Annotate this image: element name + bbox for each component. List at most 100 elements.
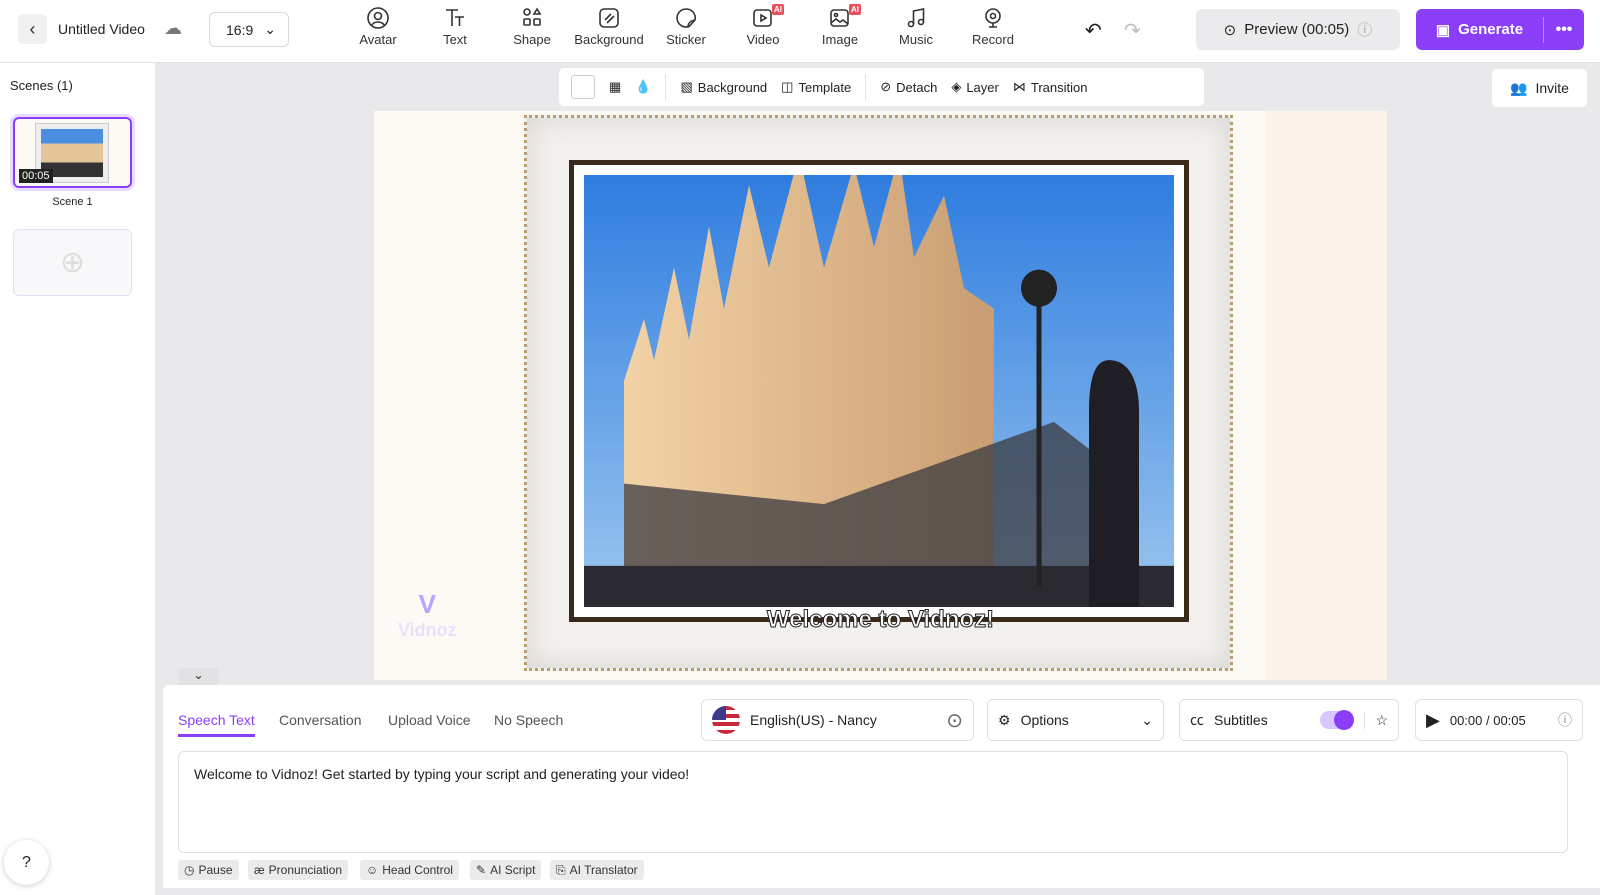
tool-shape[interactable]: Shape <box>497 6 567 47</box>
collapse-panel-button[interactable]: ⌄ <box>178 668 219 686</box>
tool-label: Sticker <box>666 32 706 47</box>
tool-record[interactable]: Record <box>958 6 1028 47</box>
help-button[interactable]: ? <box>4 840 49 885</box>
tool-text[interactable]: Text <box>420 6 490 47</box>
ai-translator-chip[interactable]: ⎘ AI Translator <box>550 860 644 880</box>
tab-upload-voice[interactable]: Upload Voice <box>388 712 471 728</box>
generate-button-group: ▣ Generate ••• <box>1416 9 1584 50</box>
tab-conversation[interactable]: Conversation <box>279 712 362 728</box>
tool-label: Text <box>443 32 467 47</box>
head-control-chip[interactable]: ☺ Head Control <box>360 860 459 880</box>
color-swatch[interactable] <box>571 75 595 99</box>
preview-button[interactable]: ⊙ Preview (00:05) ⓘ <box>1196 9 1400 50</box>
picture-frame[interactable] <box>524 115 1233 671</box>
divider <box>865 74 867 100</box>
transition-button[interactable]: ⋈ Transition <box>1013 79 1088 95</box>
subtitles-control: ㏄ Subtitles ☆ <box>1179 699 1399 741</box>
playback-control: ▶ 00:00 / 00:05 ⓘ <box>1415 699 1583 741</box>
aspect-ratio-value: 16:9 <box>226 21 254 38</box>
tab-speech-text[interactable]: Speech Text <box>178 712 255 737</box>
cathedral-photo <box>584 154 1174 618</box>
fill-drop-icon[interactable]: 💧 <box>635 79 651 95</box>
more-options-button[interactable]: ••• <box>1544 21 1584 39</box>
scene-canvas[interactable]: V Vidnoz Welcome to Vidnoz! <box>374 111 1387 680</box>
ai-script-chip[interactable]: ✎ AI Script <box>470 860 542 880</box>
tool-label: Record <box>972 32 1014 47</box>
pause-chip[interactable]: ◷ Pause <box>178 860 239 880</box>
layer-button[interactable]: ◈ Layer <box>951 79 999 95</box>
voice-select[interactable]: English(US) - Nancy ⊙ <box>701 699 974 741</box>
tab-no-speech[interactable]: No Speech <box>494 712 563 728</box>
tool-label: Background <box>574 32 644 47</box>
tool-image[interactable]: AI Image <box>805 4 875 47</box>
options-select[interactable]: ⚙ Options ⌄ <box>987 699 1164 741</box>
tool-music[interactable]: Music <box>881 6 951 47</box>
tool-label: Music <box>899 32 933 47</box>
scene-thumbnail[interactable]: 00:05 <box>13 117 132 188</box>
detach-button[interactable]: ⊘ Detach <box>880 79 937 95</box>
chip-label: AI Script <box>490 863 536 877</box>
template-button[interactable]: ◫ Template <box>781 79 851 95</box>
subtitles-label: Subtitles <box>1214 712 1268 728</box>
tool-label: Shape <box>513 32 551 47</box>
options-label: Options <box>1020 712 1069 728</box>
cloud-save-icon: ☁ <box>164 18 182 38</box>
ai-badge: AI <box>849 4 861 15</box>
chip-label: Head Control <box>382 863 453 877</box>
invite-label: Invite <box>1535 80 1569 96</box>
context-toolbar: ▦ 💧 ▧ Background ◫ Template ⊘ Detach ◈ Layer… <box>559 68 1204 106</box>
detach-icon: ⊘ <box>880 79 892 94</box>
sliders-icon: ⚙ <box>998 711 1011 728</box>
tool-label: Video <box>746 32 780 47</box>
chevron-down-icon: ⌄ <box>264 21 276 37</box>
background-label: Background <box>697 79 768 95</box>
info-icon[interactable]: ⓘ <box>1357 19 1372 40</box>
template-label: Template <box>798 79 852 95</box>
generate-button[interactable]: ▣ Generate <box>1416 16 1544 43</box>
play-icon[interactable]: ▶ <box>1426 710 1440 731</box>
help-icon: ? <box>22 853 31 871</box>
more-icon[interactable]: ⊙ <box>946 708 963 733</box>
avatar-icon <box>367 7 389 29</box>
subtitles-toggle[interactable] <box>1320 710 1355 730</box>
shape-icon <box>523 7 542 26</box>
clock-icon: ◷ <box>184 863 195 877</box>
cc-icon: ㏄ <box>1190 712 1204 728</box>
translate-icon: ⎘ <box>556 862 566 877</box>
template-icon: ◫ <box>781 79 794 94</box>
face-icon: ☺ <box>366 863 379 877</box>
scene-duration: 00:05 <box>19 169 53 183</box>
magic-wand-icon: ✎ <box>476 863 487 877</box>
record-icon <box>985 8 1001 28</box>
playback-time: 00:00 / 00:05 <box>1449 712 1526 728</box>
top-bar: ‹ Untitled Video ☁ 16:9 ⌄ Avatar Text Sha… <box>0 0 1600 63</box>
undo-icon[interactable]: ↶ <box>1085 18 1102 43</box>
tool-label: Avatar <box>359 32 397 47</box>
tool-sticker[interactable]: Sticker <box>651 6 721 47</box>
redo-icon[interactable]: ↷ <box>1124 18 1141 43</box>
transition-icon: ⋈ <box>1012 79 1026 94</box>
pronunciation-chip[interactable]: æ Pronunciation <box>248 860 349 880</box>
video-title[interactable]: Untitled Video <box>58 21 145 37</box>
chip-label: Pause <box>198 863 233 877</box>
subtitle-style-icon[interactable]: ☆ <box>1364 711 1388 729</box>
add-scene-button[interactable]: ⊕ <box>13 229 132 296</box>
info-icon[interactable]: ⓘ <box>1558 710 1572 730</box>
tool-avatar[interactable]: Avatar <box>343 6 413 47</box>
transition-label: Transition <box>1030 79 1088 95</box>
detach-label: Detach <box>896 79 938 95</box>
subtitle-overlay[interactable]: Welcome to Vidnoz! <box>374 606 1387 634</box>
ai-badge: AI <box>772 4 784 15</box>
transparency-icon[interactable]: ▦ <box>609 79 621 95</box>
script-textarea[interactable]: Welcome to Vidnoz! Get started by typing… <box>178 751 1568 853</box>
preview-label: Preview (00:05) <box>1244 21 1350 38</box>
tool-video[interactable]: AI Video <box>728 4 798 47</box>
back-button[interactable]: ‹ <box>18 14 47 44</box>
photo-container <box>569 154 1189 622</box>
tool-background[interactable]: Background <box>574 6 644 47</box>
background-button[interactable]: ▧ Background <box>680 79 767 95</box>
voice-label: English(US) - Nancy <box>750 712 877 728</box>
invite-button[interactable]: 👥 Invite <box>1492 69 1587 107</box>
aspect-ratio-select[interactable]: 16:9 ⌄ <box>209 12 289 47</box>
generate-label: Generate <box>1458 21 1524 38</box>
